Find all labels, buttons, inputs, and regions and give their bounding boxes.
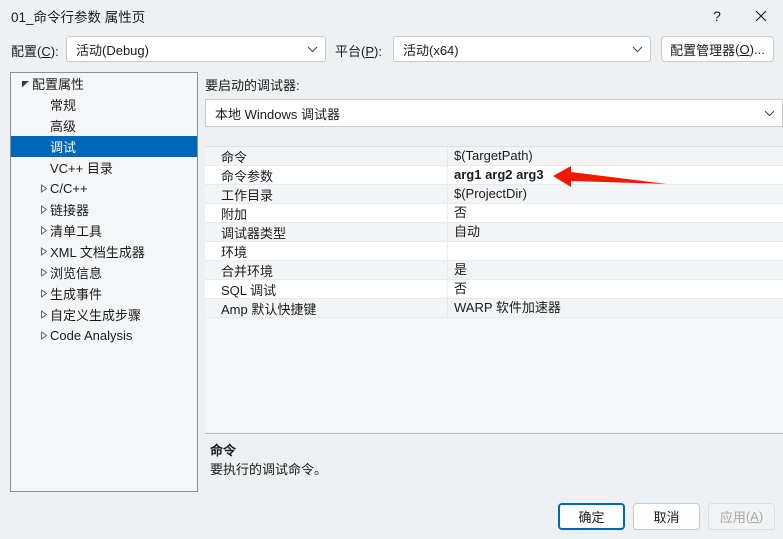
property-grid[interactable]: 命令 $(TargetPath) 命令参数 arg1 arg2 arg3 工作目录 $(P…: [205, 146, 783, 432]
tree-item-4[interactable]: VC++ 目录: [11, 157, 197, 178]
property-name: 命令: [221, 149, 248, 165]
tree-item-1[interactable]: 常规: [11, 94, 197, 115]
close-button[interactable]: [739, 0, 783, 32]
property-value[interactable]: 否: [447, 203, 783, 223]
debugger-combobox[interactable]: 本地 Windows 调试器: [205, 99, 783, 127]
tree-item-label: 清单工具: [50, 224, 103, 239]
tree-item-label: Code Analysis: [50, 328, 133, 343]
tree-item-5[interactable]: C/C++: [11, 178, 197, 199]
description-panel: 命令 要执行的调试命令。: [205, 433, 783, 491]
tree-item-label: C/C++: [50, 181, 88, 196]
property-value[interactable]: WARP 软件加速器: [447, 298, 783, 318]
tree-item-2[interactable]: 高级: [11, 115, 197, 136]
triangle-down-icon[interactable]: [18, 79, 32, 88]
tree-item-label: 常规: [50, 98, 77, 113]
property-row[interactable]: 命令参数 arg1 arg2 arg3: [205, 165, 783, 185]
property-row[interactable]: 附加 否: [205, 203, 783, 223]
property-name: SQL 调试: [221, 282, 277, 298]
property-row[interactable]: 工作目录 $(ProjectDir): [205, 184, 783, 204]
property-row[interactable]: SQL 调试 否: [205, 279, 783, 299]
tree-item-label: 自定义生成步骤: [50, 308, 142, 323]
property-row[interactable]: 合并环境 是: [205, 260, 783, 280]
tree-item-label: XML 文档生成器: [50, 245, 145, 260]
property-name: 附加: [221, 206, 248, 222]
triangle-right-icon[interactable]: [36, 247, 50, 256]
configuration-label: 配置(C):: [11, 44, 59, 59]
description-title: 命令: [210, 443, 237, 458]
tree-item-7[interactable]: 清单工具: [11, 220, 197, 241]
question-mark-icon: ?: [713, 8, 721, 24]
configuration-properties-tree[interactable]: 配置属性常规高级调试 VC++ 目录 C/C++ 链接器清单工具 XML 文档生成器 浏览…: [10, 72, 198, 492]
property-value[interactable]: [447, 241, 783, 261]
configuration-manager-button[interactable]: 配置管理器(O)...: [661, 36, 774, 62]
tree-item-3[interactable]: 调试: [11, 136, 197, 157]
chevron-down-icon: [760, 110, 778, 117]
property-value[interactable]: 是: [447, 260, 783, 280]
property-value[interactable]: 自动: [447, 222, 783, 242]
tree-item-10[interactable]: 生成事件: [11, 283, 197, 304]
triangle-right-icon[interactable]: [36, 226, 50, 235]
triangle-right-icon[interactable]: [36, 289, 50, 298]
platform-label: 平台(P):: [335, 44, 382, 59]
tree-item-0[interactable]: 配置属性: [11, 73, 197, 94]
property-name: 合并环境: [221, 263, 274, 279]
triangle-right-icon[interactable]: [36, 205, 50, 214]
tree-item-label: 调试: [50, 140, 77, 155]
tree-item-label: 高级: [50, 119, 77, 134]
tree-item-label: 生成事件: [50, 287, 103, 302]
tree-item-6[interactable]: 链接器: [11, 199, 197, 220]
debugger-combobox-value: 本地 Windows 调试器: [215, 106, 340, 122]
property-name: 环境: [221, 244, 248, 260]
apply-button: 应用(A): [708, 503, 775, 530]
tree-item-label: 浏览信息: [50, 266, 103, 281]
platform-combobox-value: 活动(x64): [403, 42, 459, 58]
property-name: 工作目录: [221, 187, 274, 203]
property-name: 命令参数: [221, 168, 274, 184]
configuration-combobox[interactable]: 活动(Debug): [66, 36, 326, 62]
property-value[interactable]: $(ProjectDir): [447, 184, 783, 204]
ok-button[interactable]: 确定: [558, 503, 625, 530]
property-row[interactable]: Amp 默认快捷键 WARP 软件加速器: [205, 298, 783, 318]
triangle-right-icon[interactable]: [36, 184, 50, 193]
configuration-combobox-value: 活动(Debug): [76, 42, 149, 58]
tree-item-label: 链接器: [50, 203, 90, 218]
debugger-to-launch-label: 要启动的调试器:: [205, 78, 300, 93]
tree-item-label: VC++ 目录: [50, 161, 113, 176]
tree-item-label: 配置属性: [32, 77, 85, 92]
title-bar: 01_命令行参数 属性页 ?: [0, 0, 783, 32]
platform-combobox[interactable]: 活动(x64): [393, 36, 651, 62]
tree-item-9[interactable]: 浏览信息: [11, 262, 197, 283]
triangle-right-icon[interactable]: [36, 331, 50, 340]
property-value[interactable]: $(TargetPath): [447, 147, 783, 166]
tree-item-11[interactable]: 自定义生成步骤: [11, 304, 197, 325]
triangle-right-icon[interactable]: [36, 268, 50, 277]
chevron-down-icon: [303, 46, 321, 53]
chevron-down-icon: [628, 46, 646, 53]
window-controls: ?: [695, 0, 783, 32]
cancel-button[interactable]: 取消: [633, 503, 700, 530]
help-button[interactable]: ?: [695, 0, 739, 32]
property-name: 调试器类型: [221, 225, 287, 241]
tree-item-8[interactable]: XML 文档生成器: [11, 241, 197, 262]
tree-item-12[interactable]: Code Analysis: [11, 325, 197, 346]
description-body: 要执行的调试命令。: [210, 462, 328, 477]
property-value[interactable]: arg1 arg2 arg3: [447, 165, 783, 185]
window-title: 01_命令行参数 属性页: [11, 10, 146, 25]
property-row[interactable]: 命令 $(TargetPath): [205, 147, 783, 166]
property-name: Amp 默认快捷键: [221, 301, 317, 317]
triangle-right-icon[interactable]: [36, 310, 50, 319]
close-icon: [755, 10, 767, 22]
property-row[interactable]: 环境: [205, 241, 783, 261]
property-value[interactable]: 否: [447, 279, 783, 299]
property-row[interactable]: 调试器类型 自动: [205, 222, 783, 242]
